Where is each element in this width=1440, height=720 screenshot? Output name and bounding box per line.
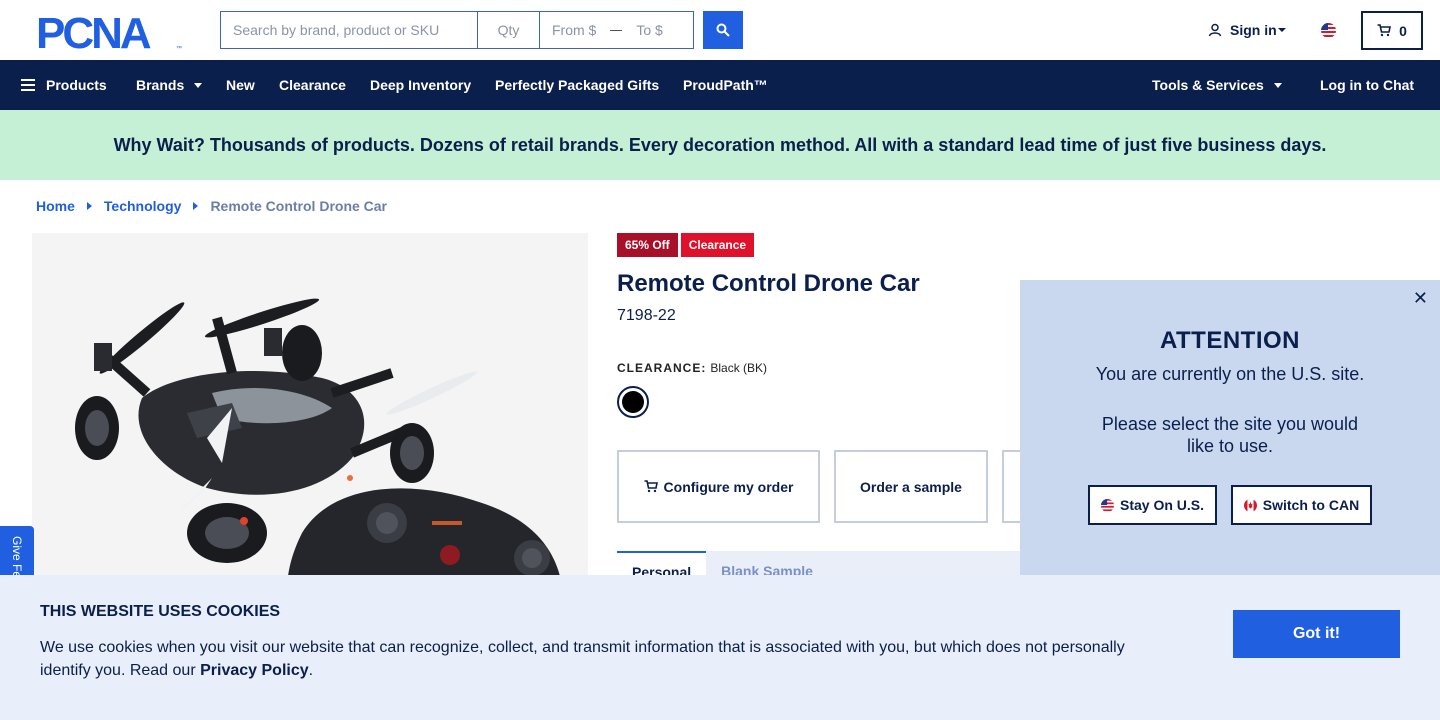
menu-icon bbox=[21, 79, 35, 91]
cart-count: 0 bbox=[1399, 22, 1407, 39]
canada-flag-icon bbox=[1243, 498, 1257, 512]
nav-new-label: New bbox=[226, 77, 255, 93]
chevron-down-icon bbox=[1273, 82, 1282, 88]
nav-products[interactable]: Products bbox=[21, 60, 107, 110]
switch-can-label: Switch to CAN bbox=[1262, 497, 1360, 513]
accept-cookies-button[interactable]: Got it! bbox=[1233, 610, 1400, 658]
range-dash bbox=[610, 29, 623, 31]
price-to-input[interactable]: To $ bbox=[636, 22, 662, 38]
product-badges: 65% Off Clearance bbox=[617, 233, 755, 257]
chevron-down-icon bbox=[194, 82, 203, 88]
sign-in-button[interactable]: Sign in bbox=[1208, 22, 1286, 38]
nav-clearance[interactable]: Clearance bbox=[279, 60, 346, 110]
promo-text: Why Wait? Thousands of products. Dozens … bbox=[113, 134, 1327, 155]
chevron-down-icon bbox=[1277, 28, 1286, 32]
color-label: CLEARANCE: Black (BK) bbox=[617, 361, 767, 375]
search-icon bbox=[716, 23, 730, 37]
color-value: Black (BK) bbox=[710, 361, 768, 375]
product-title: Remote Control Drone Car bbox=[617, 270, 920, 297]
nav-deep-inventory-label: Deep Inventory bbox=[370, 77, 472, 93]
cookie-text: We use cookies when you visit our websit… bbox=[40, 639, 1125, 679]
color-swatch-black[interactable] bbox=[617, 386, 649, 418]
configure-order-button[interactable]: Configure my order bbox=[617, 450, 820, 523]
switch-can-button[interactable]: Switch to CAN bbox=[1231, 485, 1372, 525]
svg-text:™: ™ bbox=[176, 45, 182, 52]
attention-title: ATTENTION bbox=[1159, 327, 1301, 354]
breadcrumb-category[interactable]: Technology bbox=[104, 198, 182, 214]
logo-text: PCNA bbox=[36, 12, 151, 52]
main-nav: Products Brands New Clearance Deep Inven… bbox=[0, 60, 1440, 110]
cookie-banner: THIS WEBSITE USES COOKIES We use cookies… bbox=[0, 575, 1440, 720]
pcna-logo[interactable]: PCNA ™ bbox=[36, 9, 186, 58]
qty-input[interactable]: Qty bbox=[478, 12, 540, 48]
close-icon[interactable]: ✕ bbox=[1413, 288, 1428, 309]
nav-tools[interactable]: Tools & Services bbox=[1152, 60, 1282, 110]
us-flag-icon[interactable] bbox=[1321, 23, 1336, 38]
nav-brands[interactable]: Brands bbox=[136, 60, 203, 110]
nav-proudpath[interactable]: ProudPath™ bbox=[683, 60, 768, 110]
breadcrumb-arrow-icon bbox=[193, 202, 199, 210]
nav-products-label: Products bbox=[46, 77, 107, 93]
nav-brands-label: Brands bbox=[136, 77, 185, 93]
price-from-input[interactable]: From $ bbox=[552, 22, 596, 38]
attention-prompt: Please select the site you would like to… bbox=[1101, 414, 1359, 456]
clearance-badge: Clearance bbox=[680, 233, 755, 257]
cookie-title: THIS WEBSITE USES COOKIES bbox=[40, 603, 281, 620]
nav-gifts-label: Perfectly Packaged Gifts bbox=[495, 77, 660, 93]
nav-chat-label: Log in to Chat bbox=[1320, 77, 1415, 93]
cart-button[interactable]: 0 bbox=[1361, 11, 1423, 50]
privacy-policy-link[interactable]: Privacy Policy bbox=[200, 662, 309, 679]
nav-deep-inventory[interactable]: Deep Inventory bbox=[370, 60, 471, 110]
breadcrumb: Home Technology Remote Control Drone Car bbox=[36, 198, 387, 214]
nav-new[interactable]: New bbox=[226, 60, 255, 110]
configure-order-label: Configure my order bbox=[663, 478, 794, 495]
order-sample-button[interactable]: Order a sample bbox=[834, 450, 988, 523]
color-label-prefix: CLEARANCE: bbox=[617, 361, 707, 375]
product-image[interactable] bbox=[32, 233, 588, 633]
cart-icon bbox=[644, 480, 658, 493]
nav-clearance-label: Clearance bbox=[279, 77, 346, 93]
swatch-fill bbox=[622, 391, 644, 413]
product-sku: 7198-22 bbox=[617, 307, 676, 324]
breadcrumb-home[interactable]: Home bbox=[36, 198, 75, 214]
order-sample-label: Order a sample bbox=[860, 478, 962, 495]
nav-proudpath-label: ProudPath™ bbox=[683, 77, 768, 93]
nav-tools-label: Tools & Services bbox=[1152, 77, 1264, 93]
drone-car-illustration bbox=[75, 298, 564, 633]
sign-in-label: Sign in bbox=[1230, 22, 1277, 38]
attention-message: You are currently on the U.S. site. bbox=[1095, 364, 1365, 384]
price-range: From $ To $ bbox=[540, 12, 693, 48]
search-input[interactable]: Search by brand, product or SKU bbox=[221, 12, 478, 48]
stay-us-label: Stay On U.S. bbox=[1119, 497, 1205, 513]
breadcrumb-current: Remote Control Drone Car bbox=[210, 198, 388, 214]
nav-gifts[interactable]: Perfectly Packaged Gifts bbox=[495, 60, 659, 110]
discount-badge: 65% Off bbox=[617, 233, 678, 257]
us-flag-icon bbox=[1100, 498, 1114, 512]
site-selector-modal: ✕ ATTENTION You are currently on the U.S… bbox=[1020, 280, 1440, 580]
cart-icon bbox=[1377, 24, 1392, 37]
breadcrumb-arrow-icon bbox=[86, 202, 92, 210]
promo-banner: Why Wait? Thousands of products. Dozens … bbox=[0, 110, 1440, 180]
stay-us-button[interactable]: Stay On U.S. bbox=[1088, 485, 1217, 525]
search-bar: Search by brand, product or SKU Qty From… bbox=[220, 11, 694, 49]
search-button[interactable] bbox=[703, 11, 743, 49]
site-header: PCNA ™ Search by brand, product or SKU Q… bbox=[0, 0, 1440, 60]
user-icon bbox=[1208, 23, 1222, 37]
nav-chat[interactable]: Log in to Chat bbox=[1320, 60, 1414, 110]
